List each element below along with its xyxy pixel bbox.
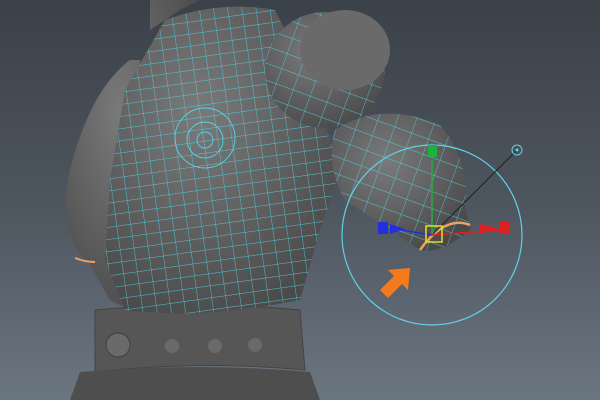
belt-stud [165, 339, 179, 353]
x-axis-handle[interactable] [480, 222, 510, 234]
belt-stud [208, 339, 222, 353]
3d-viewport[interactable] [0, 0, 600, 400]
belt-stud [248, 338, 262, 352]
scene [65, 0, 523, 400]
skirt [70, 367, 320, 400]
deltoid-back [300, 10, 390, 90]
belt-stud [105, 332, 131, 358]
orange-pointer-arrow-icon [380, 268, 410, 298]
y-axis-handle[interactable] [428, 145, 437, 157]
